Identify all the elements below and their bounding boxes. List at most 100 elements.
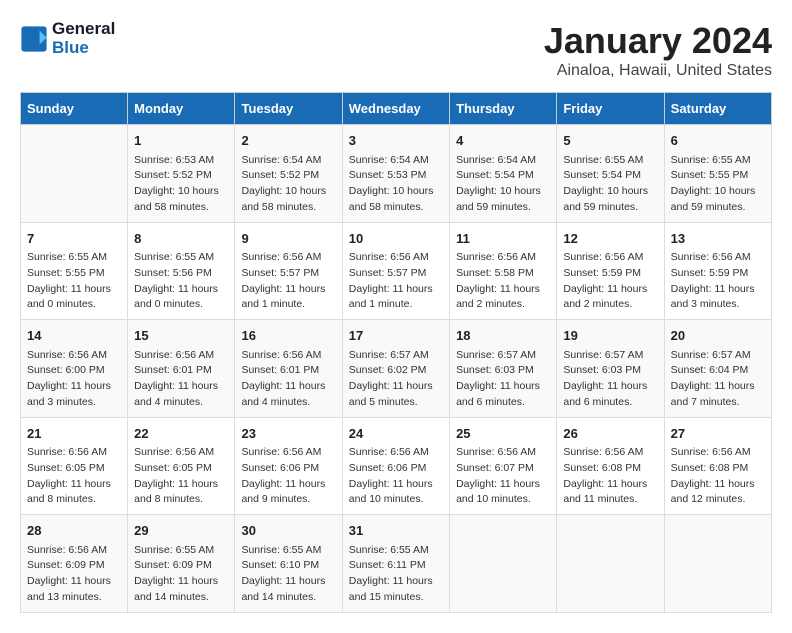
day-number: 31 <box>349 521 443 541</box>
calendar-cell <box>450 515 557 613</box>
day-number: 29 <box>134 521 228 541</box>
calendar-cell: 14Sunrise: 6:56 AMSunset: 6:00 PMDayligh… <box>21 320 128 418</box>
week-row-3: 14Sunrise: 6:56 AMSunset: 6:00 PMDayligh… <box>21 320 772 418</box>
header: General Blue January 2024 Ainaloa, Hawai… <box>20 20 772 80</box>
day-number: 10 <box>349 229 443 249</box>
week-row-2: 7Sunrise: 6:55 AMSunset: 5:55 PMDaylight… <box>21 222 772 320</box>
calendar-cell: 8Sunrise: 6:55 AMSunset: 5:56 PMDaylight… <box>128 222 235 320</box>
calendar-cell <box>557 515 664 613</box>
day-info: Sunrise: 6:57 AMSunset: 6:03 PMDaylight:… <box>456 348 550 411</box>
day-info: Sunrise: 6:56 AMSunset: 6:06 PMDaylight:… <box>241 445 335 508</box>
day-info: Sunrise: 6:55 AMSunset: 5:55 PMDaylight:… <box>27 250 121 313</box>
calendar-cell: 20Sunrise: 6:57 AMSunset: 6:04 PMDayligh… <box>664 320 771 418</box>
day-info: Sunrise: 6:56 AMSunset: 6:01 PMDaylight:… <box>241 348 335 411</box>
day-number: 2 <box>241 131 335 151</box>
day-number: 17 <box>349 326 443 346</box>
calendar-cell: 30Sunrise: 6:55 AMSunset: 6:10 PMDayligh… <box>235 515 342 613</box>
day-info: Sunrise: 6:56 AMSunset: 6:00 PMDaylight:… <box>27 348 121 411</box>
page-title: January 2024 <box>544 20 772 62</box>
day-number: 16 <box>241 326 335 346</box>
day-info: Sunrise: 6:56 AMSunset: 5:57 PMDaylight:… <box>241 250 335 313</box>
calendar-cell: 2Sunrise: 6:54 AMSunset: 5:52 PMDaylight… <box>235 125 342 223</box>
calendar-cell: 18Sunrise: 6:57 AMSunset: 6:03 PMDayligh… <box>450 320 557 418</box>
day-info: Sunrise: 6:56 AMSunset: 6:05 PMDaylight:… <box>134 445 228 508</box>
calendar-cell: 10Sunrise: 6:56 AMSunset: 5:57 PMDayligh… <box>342 222 449 320</box>
calendar-cell: 28Sunrise: 6:56 AMSunset: 6:09 PMDayligh… <box>21 515 128 613</box>
day-number: 13 <box>671 229 765 249</box>
day-number: 20 <box>671 326 765 346</box>
calendar-cell: 25Sunrise: 6:56 AMSunset: 6:07 PMDayligh… <box>450 417 557 515</box>
day-info: Sunrise: 6:53 AMSunset: 5:52 PMDaylight:… <box>134 153 228 216</box>
day-info: Sunrise: 6:56 AMSunset: 6:07 PMDaylight:… <box>456 445 550 508</box>
day-number: 8 <box>134 229 228 249</box>
day-number: 6 <box>671 131 765 151</box>
calendar-cell: 27Sunrise: 6:56 AMSunset: 6:08 PMDayligh… <box>664 417 771 515</box>
logo-text: General Blue <box>52 20 115 57</box>
day-info: Sunrise: 6:56 AMSunset: 6:05 PMDaylight:… <box>27 445 121 508</box>
day-number: 5 <box>563 131 657 151</box>
day-number: 4 <box>456 131 550 151</box>
day-info: Sunrise: 6:56 AMSunset: 6:09 PMDaylight:… <box>27 543 121 606</box>
calendar-cell: 17Sunrise: 6:57 AMSunset: 6:02 PMDayligh… <box>342 320 449 418</box>
day-number: 25 <box>456 424 550 444</box>
day-info: Sunrise: 6:55 AMSunset: 5:56 PMDaylight:… <box>134 250 228 313</box>
calendar-table: SundayMondayTuesdayWednesdayThursdayFrid… <box>20 92 772 613</box>
calendar-cell: 15Sunrise: 6:56 AMSunset: 6:01 PMDayligh… <box>128 320 235 418</box>
calendar-cell: 31Sunrise: 6:55 AMSunset: 6:11 PMDayligh… <box>342 515 449 613</box>
day-info: Sunrise: 6:54 AMSunset: 5:52 PMDaylight:… <box>241 153 335 216</box>
day-number: 12 <box>563 229 657 249</box>
calendar-cell: 11Sunrise: 6:56 AMSunset: 5:58 PMDayligh… <box>450 222 557 320</box>
logo-icon <box>20 25 48 53</box>
day-info: Sunrise: 6:56 AMSunset: 6:08 PMDaylight:… <box>671 445 765 508</box>
day-info: Sunrise: 6:56 AMSunset: 5:59 PMDaylight:… <box>563 250 657 313</box>
calendar-cell <box>664 515 771 613</box>
day-info: Sunrise: 6:55 AMSunset: 5:55 PMDaylight:… <box>671 153 765 216</box>
day-number: 15 <box>134 326 228 346</box>
day-number: 18 <box>456 326 550 346</box>
day-number: 19 <box>563 326 657 346</box>
day-info: Sunrise: 6:55 AMSunset: 6:10 PMDaylight:… <box>241 543 335 606</box>
calendar-cell: 4Sunrise: 6:54 AMSunset: 5:54 PMDaylight… <box>450 125 557 223</box>
day-number: 7 <box>27 229 121 249</box>
day-info: Sunrise: 6:57 AMSunset: 6:02 PMDaylight:… <box>349 348 443 411</box>
day-number: 23 <box>241 424 335 444</box>
calendar-cell: 24Sunrise: 6:56 AMSunset: 6:06 PMDayligh… <box>342 417 449 515</box>
day-number: 22 <box>134 424 228 444</box>
day-number: 27 <box>671 424 765 444</box>
day-info: Sunrise: 6:56 AMSunset: 5:58 PMDaylight:… <box>456 250 550 313</box>
day-number: 26 <box>563 424 657 444</box>
header-cell-saturday: Saturday <box>664 93 771 125</box>
day-info: Sunrise: 6:56 AMSunset: 6:01 PMDaylight:… <box>134 348 228 411</box>
day-info: Sunrise: 6:55 AMSunset: 5:54 PMDaylight:… <box>563 153 657 216</box>
day-info: Sunrise: 6:56 AMSunset: 6:06 PMDaylight:… <box>349 445 443 508</box>
day-number: 14 <box>27 326 121 346</box>
week-row-5: 28Sunrise: 6:56 AMSunset: 6:09 PMDayligh… <box>21 515 772 613</box>
header-cell-monday: Monday <box>128 93 235 125</box>
header-row: SundayMondayTuesdayWednesdayThursdayFrid… <box>21 93 772 125</box>
day-info: Sunrise: 6:56 AMSunset: 6:08 PMDaylight:… <box>563 445 657 508</box>
day-info: Sunrise: 6:55 AMSunset: 6:09 PMDaylight:… <box>134 543 228 606</box>
calendar-cell: 5Sunrise: 6:55 AMSunset: 5:54 PMDaylight… <box>557 125 664 223</box>
day-info: Sunrise: 6:54 AMSunset: 5:54 PMDaylight:… <box>456 153 550 216</box>
day-number: 11 <box>456 229 550 249</box>
day-info: Sunrise: 6:54 AMSunset: 5:53 PMDaylight:… <box>349 153 443 216</box>
header-cell-tuesday: Tuesday <box>235 93 342 125</box>
week-row-4: 21Sunrise: 6:56 AMSunset: 6:05 PMDayligh… <box>21 417 772 515</box>
day-info: Sunrise: 6:56 AMSunset: 5:57 PMDaylight:… <box>349 250 443 313</box>
page-subtitle: Ainaloa, Hawaii, United States <box>544 62 772 80</box>
day-number: 24 <box>349 424 443 444</box>
day-number: 3 <box>349 131 443 151</box>
header-cell-wednesday: Wednesday <box>342 93 449 125</box>
calendar-cell: 1Sunrise: 6:53 AMSunset: 5:52 PMDaylight… <box>128 125 235 223</box>
day-info: Sunrise: 6:57 AMSunset: 6:03 PMDaylight:… <box>563 348 657 411</box>
calendar-cell: 7Sunrise: 6:55 AMSunset: 5:55 PMDaylight… <box>21 222 128 320</box>
day-number: 1 <box>134 131 228 151</box>
calendar-cell: 23Sunrise: 6:56 AMSunset: 6:06 PMDayligh… <box>235 417 342 515</box>
header-cell-friday: Friday <box>557 93 664 125</box>
calendar-header: SundayMondayTuesdayWednesdayThursdayFrid… <box>21 93 772 125</box>
calendar-cell: 13Sunrise: 6:56 AMSunset: 5:59 PMDayligh… <box>664 222 771 320</box>
day-info: Sunrise: 6:55 AMSunset: 6:11 PMDaylight:… <box>349 543 443 606</box>
header-cell-thursday: Thursday <box>450 93 557 125</box>
calendar-cell: 26Sunrise: 6:56 AMSunset: 6:08 PMDayligh… <box>557 417 664 515</box>
day-number: 9 <box>241 229 335 249</box>
